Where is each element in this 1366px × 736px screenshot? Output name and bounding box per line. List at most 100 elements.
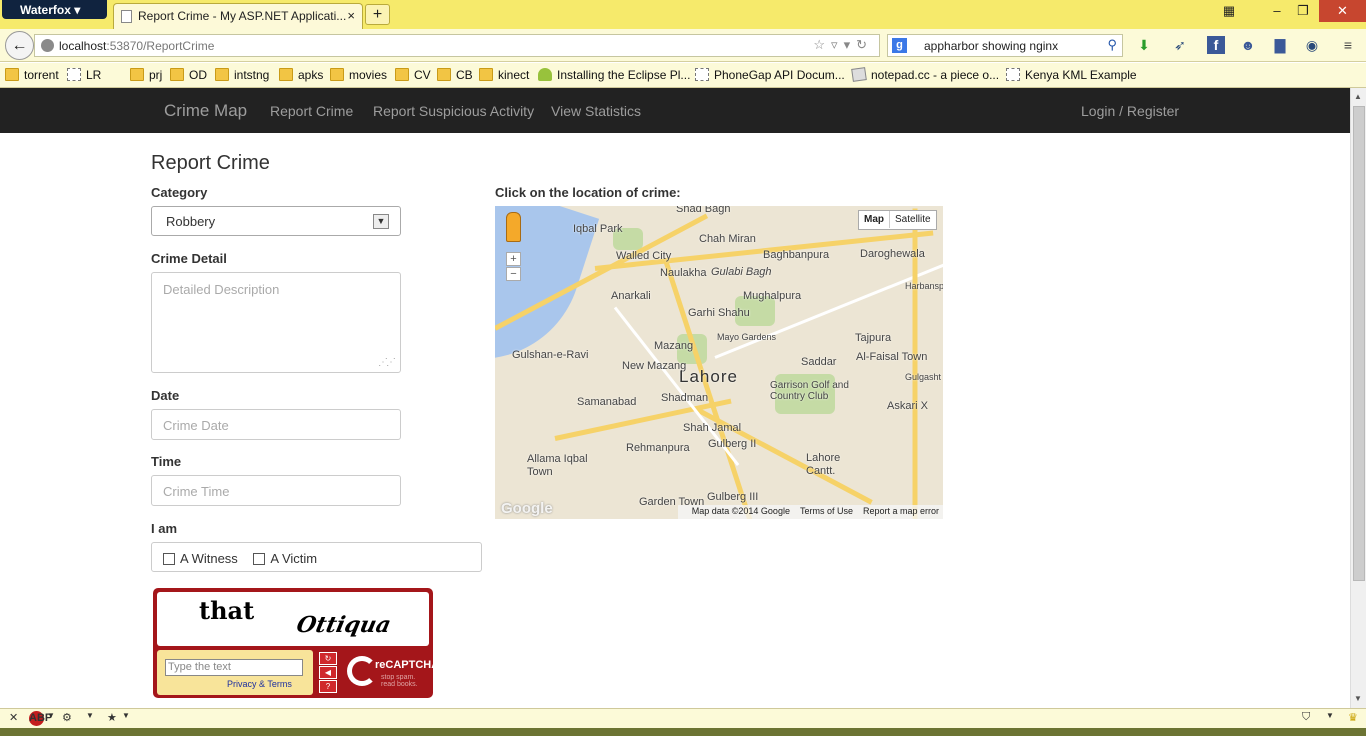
search-bar[interactable]: g appharbor showing nginx ⚲ (887, 34, 1123, 57)
bookmark-prj[interactable]: prj (130, 68, 162, 82)
folder-icon (479, 68, 493, 81)
bookmark-eclipse[interactable]: Installing the Eclipse Pl... (538, 68, 690, 82)
bookmarks-toolbar: torrent LR prj OD intstng apks movies CV… (0, 63, 1366, 88)
close-addon-bar-icon[interactable]: ✕ (9, 711, 18, 724)
browser-tab[interactable]: Report Crime - My ASP.NET Applicati... × (113, 3, 363, 29)
audio-icon[interactable]: ◀ (319, 666, 337, 679)
minimize-button[interactable]: – (1266, 0, 1288, 22)
scrollbar-thumb[interactable] (1353, 106, 1365, 581)
nav-view-statistics[interactable]: View Statistics (551, 103, 641, 119)
chevron-down-icon[interactable]: ▼ (1326, 711, 1334, 720)
folder-icon (437, 68, 451, 81)
crime-date-input[interactable]: Crime Date (151, 409, 401, 440)
page-viewport: Crime Map Report Crime Report Suspicious… (0, 88, 1366, 708)
bookmark-apks[interactable]: apks (279, 68, 323, 82)
google-icon[interactable]: g (892, 38, 907, 53)
scroll-down-icon[interactable]: ▼ (1354, 694, 1362, 703)
nav-report-suspicious[interactable]: Report Suspicious Activity (373, 103, 534, 119)
tab-groups-icon[interactable]: ▦ (1218, 0, 1240, 22)
adblock-icon[interactable]: ABP (29, 711, 52, 726)
shield-icon[interactable]: ⛉ (1302, 711, 1310, 724)
witness-option[interactable]: A Witness (163, 551, 238, 566)
bookmark-torrent[interactable]: torrent (5, 68, 59, 82)
tool-icon[interactable]: ♛ (1348, 711, 1358, 724)
chevron-down-icon[interactable]: ▼ (47, 711, 55, 720)
maximize-button[interactable]: ❐ (1292, 0, 1314, 22)
chevron-down-icon[interactable]: ▼ (86, 711, 94, 720)
bookmark-cb[interactable]: CB (437, 68, 473, 82)
page-scrollbar[interactable]: ▲ ▼ (1350, 88, 1366, 708)
login-register-link[interactable]: Login / Register (1081, 103, 1179, 119)
bookmark-star-icon[interactable]: ★ (107, 711, 117, 724)
map-city-label: Lahore (679, 367, 738, 386)
bookmark-od[interactable]: OD (170, 68, 207, 82)
category-select[interactable]: Robbery ▼ (151, 206, 401, 236)
crime-date-placeholder: Crime Date (163, 418, 229, 433)
nav-report-crime[interactable]: Report Crime (270, 103, 353, 119)
page-title: Report Crime (151, 152, 270, 174)
new-tab-button[interactable]: + (365, 4, 390, 25)
bookmark-notepad[interactable]: notepad.cc - a piece o... (851, 67, 999, 82)
role-checkbox-group: A Witness A Victim (151, 542, 482, 572)
privacy-terms-link[interactable]: Privacy & Terms (227, 679, 292, 689)
folder-icon (330, 68, 344, 81)
bookmark-kenya-kml[interactable]: Kenya KML Example (1006, 68, 1137, 82)
bookmark-movies[interactable]: movies (330, 68, 387, 82)
chat-icon[interactable]: ▇ (1271, 36, 1289, 54)
pegman-icon[interactable] (506, 212, 521, 242)
url-path: :53870/ReportCrime (106, 39, 215, 53)
map-type-map-button[interactable]: Map (859, 211, 889, 228)
bookmark-kinect[interactable]: kinect (479, 68, 529, 82)
zoom-in-button[interactable]: + (506, 252, 521, 266)
map-type-satellite-button[interactable]: Satellite (889, 211, 936, 228)
report-map-error-link[interactable]: Report a map error (863, 506, 939, 516)
back-button[interactable]: ← (5, 31, 34, 60)
search-input[interactable]: appharbor showing nginx (924, 39, 1058, 53)
chevron-down-icon[interactable]: ▼ (373, 214, 389, 229)
chevron-down-icon[interactable]: ▼ (122, 711, 130, 720)
help-icon[interactable]: ? (319, 680, 337, 693)
bookmark-intstng[interactable]: intstng (215, 68, 269, 82)
terms-of-use-link[interactable]: Terms of Use (800, 506, 853, 516)
menu-icon[interactable]: ≡ (1339, 36, 1357, 54)
app-menu-button[interactable]: Waterfox ▾ (2, 0, 107, 19)
witness-checkbox[interactable] (163, 553, 175, 565)
globe-icon (41, 39, 54, 52)
download-icon[interactable]: ⬇ (1135, 36, 1153, 54)
bookmark-phonegap[interactable]: PhoneGap API Docum... (695, 68, 845, 82)
folder-icon (130, 68, 144, 81)
crime-detail-textarea[interactable]: Detailed Description ⋰⋰ (151, 272, 401, 373)
notepad-icon (851, 67, 867, 82)
tab-title: Report Crime - My ASP.NET Applicati... (138, 9, 347, 23)
send-icon[interactable]: ➶ (1171, 36, 1189, 54)
refresh-icon[interactable]: ↻ (319, 652, 337, 665)
close-window-button[interactable]: ✕ (1319, 0, 1366, 22)
victim-checkbox[interactable] (253, 553, 266, 565)
search-icon[interactable]: ⚲ (1107, 37, 1117, 53)
category-value: Robbery (166, 214, 216, 229)
tab-close-button[interactable]: × (347, 8, 355, 23)
page-icon (695, 68, 709, 81)
globe-icon[interactable]: ◉ (1303, 36, 1321, 54)
friends-icon[interactable]: ☻ (1239, 36, 1257, 54)
crime-time-input[interactable]: Crime Time (151, 475, 401, 506)
bookmark-cv[interactable]: CV (395, 68, 431, 82)
bookmark-lr[interactable]: LR (67, 68, 101, 82)
scroll-up-icon[interactable]: ▲ (1354, 92, 1362, 101)
zoom-out-button[interactable]: − (506, 267, 521, 281)
crime-location-map[interactable]: Shad Bagh Iqbal Park Chah Miran Walled C… (495, 206, 943, 519)
captcha-image: that Ottiqua (157, 592, 429, 646)
captcha-response-input[interactable]: Type the text (165, 659, 303, 676)
map-type-control: Map Satellite (858, 210, 937, 230)
brand-link[interactable]: Crime Map (164, 101, 247, 121)
captcha-word-2: Ottiqua (294, 612, 394, 638)
gear-icon[interactable]: ⚙ (62, 711, 72, 724)
victim-option[interactable]: A Victim (253, 551, 317, 566)
address-bar[interactable]: localhost:53870/ReportCrime ☆▿▾↻ (34, 34, 880, 57)
resize-grip-icon[interactable]: ⋰⋰ (378, 357, 396, 368)
url-action-icons[interactable]: ☆▿▾↻ (813, 37, 873, 53)
crime-detail-placeholder: Detailed Description (163, 282, 280, 297)
recaptcha-ring-icon (347, 656, 377, 686)
crime-time-placeholder: Crime Time (163, 484, 230, 499)
facebook-icon[interactable]: f (1207, 36, 1225, 54)
